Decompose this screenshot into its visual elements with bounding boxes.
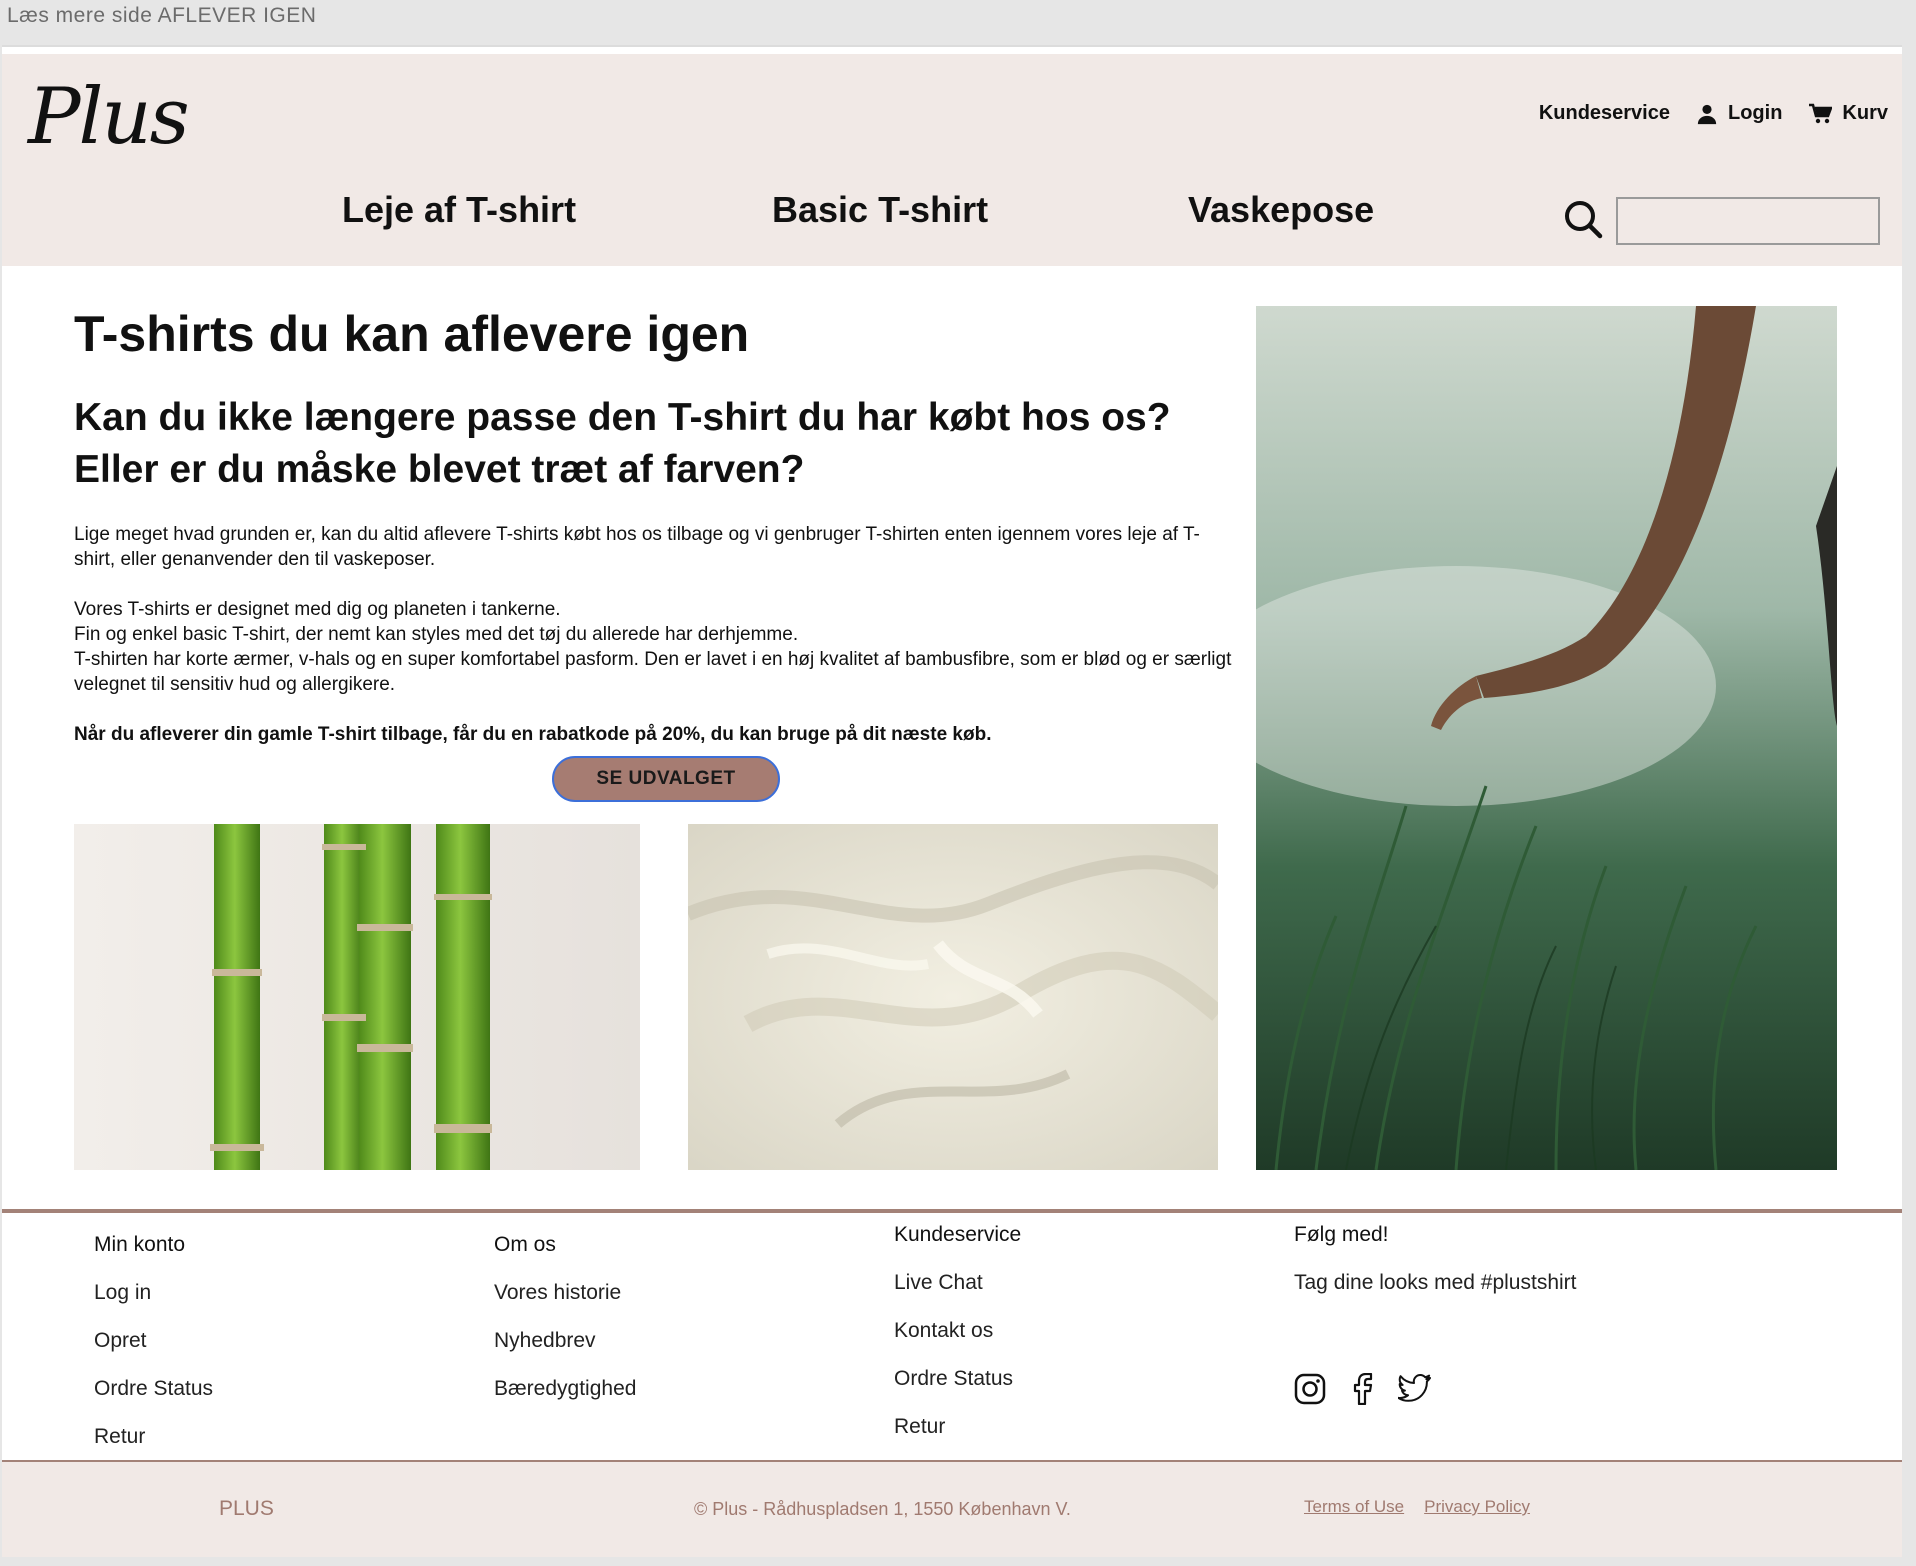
nav-item-leje[interactable]: Leje af T-shirt bbox=[342, 189, 576, 231]
page-title: T-shirts du kan aflevere igen bbox=[74, 306, 750, 362]
footer-column-service: Kundeservice Live Chat Kontakt os Ordre … bbox=[894, 1222, 1021, 1462]
product-line-1: Vores T-shirts er designet med dig og pl… bbox=[74, 599, 561, 620]
nav-item-vaskepose[interactable]: Vaskepose bbox=[1188, 189, 1374, 231]
browser-tab-label: Læs mere side AFLEVER IGEN bbox=[7, 4, 317, 27]
login-link[interactable]: Login bbox=[1696, 102, 1782, 125]
footer-link-live-chat[interactable]: Live Chat bbox=[894, 1270, 1021, 1296]
utility-links: Kundeservice Login Kurv bbox=[1539, 102, 1888, 125]
footer-column-account: Min konto Log in Opret Ordre Status Retu… bbox=[94, 1232, 213, 1472]
footer-link-create[interactable]: Opret bbox=[94, 1328, 213, 1354]
footer-divider bbox=[2, 1209, 1902, 1213]
discount-paragraph: Når du afleverer din gamle T-shirt tilba… bbox=[74, 724, 992, 745]
social-links bbox=[1294, 1372, 1432, 1410]
footer-hashtag-text: Tag dine looks med #plustshirt bbox=[1294, 1271, 1577, 1294]
bamboo-image bbox=[74, 824, 640, 1170]
subtitle-line-1: Kan du ikke længere passe den T-shirt du… bbox=[74, 396, 1171, 439]
footer-title-follow: Følg med! bbox=[1294, 1223, 1389, 1246]
footer-link-return-2[interactable]: Retur bbox=[894, 1414, 1021, 1440]
footer-title-service: Kundeservice bbox=[894, 1223, 1022, 1246]
footer-link-sustainability[interactable]: Bæredygtighed bbox=[494, 1376, 636, 1402]
footer-title-about: Om os bbox=[494, 1233, 556, 1256]
facebook-icon[interactable] bbox=[1350, 1372, 1374, 1410]
privacy-policy-link[interactable]: Privacy Policy bbox=[1424, 1497, 1530, 1517]
search-icon[interactable] bbox=[1562, 198, 1604, 245]
footer-brand: PLUS bbox=[219, 1497, 274, 1520]
twitter-icon[interactable] bbox=[1397, 1374, 1432, 1409]
cart-label: Kurv bbox=[1842, 102, 1888, 124]
see-selection-button[interactable]: SE UDVALGET bbox=[552, 756, 780, 802]
footer-link-newsletter[interactable]: Nyhedbrev bbox=[494, 1328, 636, 1354]
user-icon bbox=[1696, 103, 1718, 125]
footer-link-contact[interactable]: Kontakt os bbox=[894, 1318, 1021, 1344]
logo[interactable]: Plus bbox=[28, 72, 190, 162]
product-line-2: Fin og enkel basic T-shirt, der nemt kan… bbox=[74, 624, 799, 645]
footer-column-about: Om os Vores historie Nyhedbrev Bæredygti… bbox=[494, 1232, 636, 1424]
copyright-text: © Plus - Rådhuspladsen 1, 1550 København… bbox=[694, 1499, 1071, 1519]
site-header: Plus Kundeservice Login Kurv Leje af T-s… bbox=[2, 54, 1902, 266]
page-subtitle: Kan du ikke længere passe den T-shirt du… bbox=[74, 392, 1224, 496]
product-paragraph: Vores T-shirts er designet med dig og pl… bbox=[74, 597, 1234, 697]
intro-paragraph: Lige meget hvad grunden er, kan du altid… bbox=[74, 524, 1200, 570]
bottom-bar: PLUS © Plus - Rådhuspladsen 1, 1550 Købe… bbox=[2, 1462, 1902, 1557]
login-label: Login bbox=[1727, 102, 1783, 124]
product-line-3: T-shirten har korte ærmer, v-hals og en … bbox=[74, 649, 1232, 695]
cart-icon bbox=[1808, 103, 1833, 125]
customer-service-link[interactable]: Kundeservice bbox=[1539, 102, 1670, 125]
search-input[interactable] bbox=[1616, 197, 1880, 245]
footer-link-history[interactable]: Vores historie bbox=[494, 1280, 636, 1306]
grass-field-image bbox=[1256, 306, 1837, 1170]
footer-link-order-status[interactable]: Ordre Status bbox=[94, 1376, 213, 1402]
customer-service-label: Kundeservice bbox=[1538, 102, 1670, 124]
footer-title-account: Min konto bbox=[94, 1233, 186, 1256]
footer-link-order-status-2[interactable]: Ordre Status bbox=[894, 1366, 1021, 1392]
cart-link[interactable]: Kurv bbox=[1808, 102, 1888, 125]
fabric-image bbox=[688, 824, 1218, 1170]
footer-column-follow: Følg med! Tag dine looks med #plustshirt bbox=[1294, 1222, 1577, 1318]
terms-of-use-link[interactable]: Terms of Use bbox=[1304, 1497, 1404, 1517]
subtitle-line-2: Eller er du måske blevet træt af farven? bbox=[74, 448, 805, 491]
instagram-icon[interactable] bbox=[1294, 1373, 1326, 1410]
footer-link-return[interactable]: Retur bbox=[94, 1424, 213, 1450]
page: Plus Kundeservice Login Kurv Leje af T-s… bbox=[2, 45, 1902, 1557]
nav-item-basic[interactable]: Basic T-shirt bbox=[772, 189, 988, 231]
footer-link-login[interactable]: Log in bbox=[94, 1280, 213, 1306]
legal-links: Terms of Use Privacy Policy bbox=[1304, 1497, 1530, 1517]
